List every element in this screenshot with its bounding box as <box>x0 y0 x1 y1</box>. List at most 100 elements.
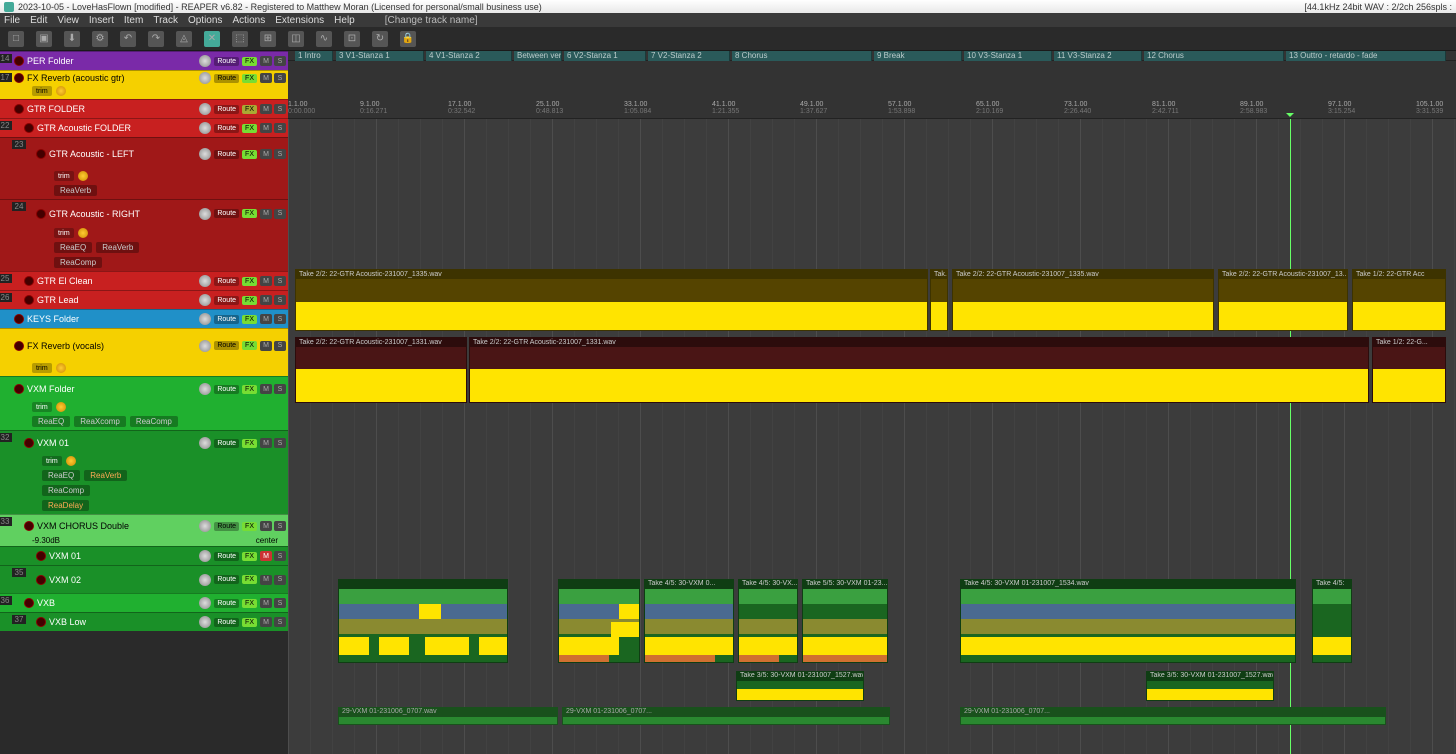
pan-knob[interactable] <box>199 208 211 220</box>
fx-button[interactable]: FX <box>242 57 257 66</box>
trim-knob[interactable] <box>66 456 76 466</box>
record-arm[interactable] <box>36 149 46 159</box>
media-item[interactable]: Take 2/2: 22-GTR Acoustic-231007_1335.wa… <box>295 269 928 331</box>
track-name[interactable]: VXM CHORUS Double <box>37 521 196 531</box>
region[interactable]: Between verse <box>514 51 562 61</box>
media-item[interactable] <box>558 579 640 663</box>
trim-control[interactable]: trim <box>32 402 52 412</box>
track-name[interactable]: VXB Low <box>49 617 196 627</box>
solo-button[interactable]: S <box>274 73 286 83</box>
fx-chip[interactable]: ReaEQ <box>54 242 92 253</box>
track-gtr-acoustic-right[interactable]: 24 GTR Acoustic - RIGHT Route FX MS trim… <box>0 199 288 271</box>
pan-knob[interactable] <box>199 520 211 532</box>
record-arm[interactable] <box>24 295 34 305</box>
media-item[interactable]: Take 4/5: 30-VXM 01-231007_1534.wav <box>960 579 1296 663</box>
route-button[interactable]: Route <box>214 315 239 324</box>
record-arm[interactable] <box>24 521 34 531</box>
fx-chip[interactable]: ReaEQ <box>32 416 70 427</box>
menu-edit[interactable]: Edit <box>30 15 47 26</box>
media-item[interactable]: Take 1/2: 22-GTR Acc <box>1352 269 1446 331</box>
fx-button[interactable]: FX <box>242 105 257 114</box>
solo-button[interactable]: S <box>274 149 286 159</box>
menu-insert[interactable]: Insert <box>89 15 114 26</box>
pan-knob[interactable] <box>199 616 211 628</box>
media-item[interactable]: Take 3/5: 30-VXM 01-231007_1527.wav <box>1146 671 1274 701</box>
route-button[interactable]: Route <box>214 341 239 350</box>
pan-knob[interactable] <box>199 383 211 395</box>
media-item[interactable]: 29-VXM 01-231006_0707... <box>960 707 1386 725</box>
item-lanes[interactable]: Take 2/2: 22-GTR Acoustic-231007_1335.wa… <box>288 119 1456 754</box>
media-item[interactable]: Take 1/2: 22-G... <box>1372 337 1446 403</box>
tool-group[interactable]: ⊡ <box>344 31 360 47</box>
fx-button[interactable]: FX <box>242 439 257 448</box>
pan-knob[interactable] <box>199 550 211 562</box>
tool-grid[interactable]: ⊞ <box>260 31 276 47</box>
track-name[interactable]: VXB <box>37 598 196 608</box>
fx-chip[interactable]: ReaVerb <box>54 185 97 196</box>
track-gtr-acoustic-left[interactable]: 23 GTR Acoustic - LEFT Route FX MS trim … <box>0 137 288 199</box>
track-per-folder[interactable]: 14 PER Folder Route FX MS <box>0 51 288 70</box>
region-lane[interactable]: 1 Intro3 V1-Stanza 14 V1-Stanza 2Between… <box>288 51 1456 61</box>
menu-help[interactable]: Help <box>334 15 355 26</box>
record-arm[interactable] <box>14 341 24 351</box>
trim-knob[interactable] <box>56 402 66 412</box>
pan-knob[interactable] <box>199 437 211 449</box>
menu-options[interactable]: Options <box>188 15 222 26</box>
tool-new[interactable]: □ <box>8 31 24 47</box>
track-fx-reverb-gtr[interactable]: 17 FX Reverb (acoustic gtr) Route FX MS … <box>0 70 288 99</box>
record-arm[interactable] <box>36 209 46 219</box>
route-button[interactable]: Route <box>214 618 239 627</box>
route-button[interactable]: Route <box>214 439 239 448</box>
mute-button[interactable]: M <box>260 575 272 585</box>
trim-control[interactable]: trim <box>54 228 74 238</box>
record-arm[interactable] <box>24 438 34 448</box>
record-arm[interactable] <box>14 104 24 114</box>
trim-knob[interactable] <box>56 363 66 373</box>
fx-button[interactable]: FX <box>242 124 257 133</box>
track-name[interactable]: FX Reverb (vocals) <box>27 341 196 351</box>
region[interactable]: 4 V1-Stanza 2 <box>426 51 512 61</box>
record-arm[interactable] <box>14 314 24 324</box>
fx-button[interactable]: FX <box>242 150 257 159</box>
fx-button[interactable]: FX <box>242 209 257 218</box>
pan-knob[interactable] <box>199 313 211 325</box>
mute-button[interactable]: M <box>260 104 272 114</box>
mute-button[interactable]: M <box>260 56 272 66</box>
region[interactable]: 10 V3-Stanza 1 <box>964 51 1052 61</box>
fx-chip[interactable]: ReaComp <box>130 416 178 427</box>
fx-button[interactable]: FX <box>242 341 257 350</box>
solo-button[interactable]: S <box>274 314 286 324</box>
pan-knob[interactable] <box>199 72 211 84</box>
fx-button[interactable]: FX <box>242 575 257 584</box>
route-button[interactable]: Route <box>214 296 239 305</box>
fx-chip[interactable]: ReaComp <box>42 485 90 496</box>
track-vxb[interactable]: 36VXBRouteFXMS <box>0 593 288 612</box>
media-item[interactable]: Take 4/5: 30-VX... <box>738 579 798 663</box>
track-name[interactable]: PER Folder <box>27 56 196 66</box>
menu-view[interactable]: View <box>57 15 79 26</box>
trim-control[interactable]: trim <box>42 456 62 466</box>
fx-button[interactable]: FX <box>242 618 257 627</box>
record-arm[interactable] <box>36 617 46 627</box>
solo-button[interactable]: S <box>274 438 286 448</box>
fx-button[interactable]: FX <box>242 277 257 286</box>
tool-save[interactable]: ⬇ <box>64 31 80 47</box>
track-vxm-chorus-double[interactable]: 33VXM CHORUS DoubleRouteFXMS -9.30dBcent… <box>0 514 288 546</box>
track-name[interactable]: GTR Acoustic FOLDER <box>37 123 196 133</box>
mute-button[interactable]: M <box>260 551 272 561</box>
solo-button[interactable]: S <box>274 295 286 305</box>
track-vxm-02[interactable]: 35VXM 02RouteFXMS <box>0 565 288 593</box>
solo-button[interactable]: S <box>274 341 286 351</box>
mute-button[interactable]: M <box>260 314 272 324</box>
solo-button[interactable]: S <box>274 575 286 585</box>
trim-control[interactable]: trim <box>32 86 52 96</box>
tool-lock[interactable]: 🔒 <box>400 31 416 47</box>
tool-link[interactable]: ⬚ <box>232 31 248 47</box>
mute-button[interactable]: M <box>260 598 272 608</box>
route-button[interactable]: Route <box>214 57 239 66</box>
trim-knob[interactable] <box>56 86 66 96</box>
region[interactable]: 3 V1-Stanza 1 <box>336 51 424 61</box>
track-name[interactable]: VXM Folder <box>27 384 196 394</box>
track-name[interactable]: GTR El Clean <box>37 276 196 286</box>
track-gtr-folder[interactable]: GTR FOLDER Route FX MS <box>0 99 288 118</box>
